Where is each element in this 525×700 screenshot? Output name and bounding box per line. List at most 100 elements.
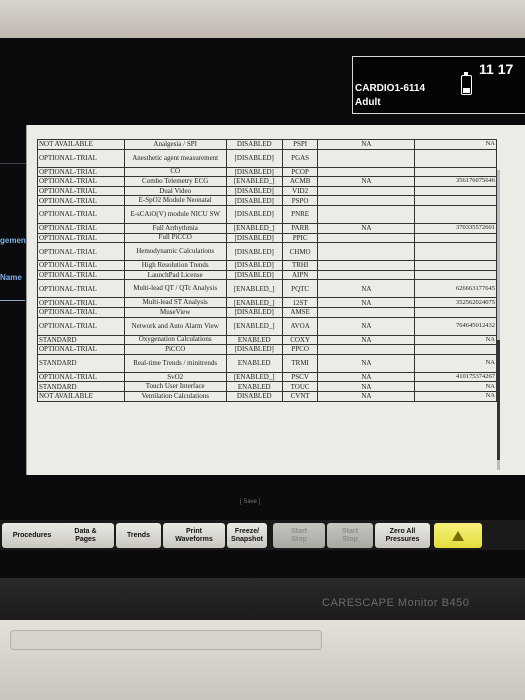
table-row: OPTIONAL-TRIAL PiCCO [DISABLED] PPCO	[37, 344, 497, 355]
license-key-cell: 626663177645	[414, 279, 497, 299]
license-key-cell	[414, 148, 497, 168]
license-code-cell: ACMB	[281, 176, 319, 187]
license-id-cell	[317, 269, 416, 281]
table-scrollbar-thumb[interactable]	[497, 340, 500, 460]
license-key-cell	[414, 344, 497, 355]
license-status-cell: OPTIONAL-TRIAL	[37, 371, 125, 383]
license-status-cell: STANDARD	[37, 381, 125, 392]
license-code-cell: PARR	[281, 222, 319, 234]
license-key-cell: NA	[414, 334, 497, 346]
save-button[interactable]: [ Save ]	[240, 499, 260, 505]
license-name-cell: Oxygenation Calculations	[123, 334, 227, 346]
license-status-cell: OPTIONAL-TRIAL	[37, 195, 125, 206]
license-state-cell: [DISABLED]	[225, 260, 283, 271]
table-row: NOT AVAILABLE Analgesia / SPI DISABLED PSPI…	[37, 139, 497, 150]
print-waveforms-button[interactable]: Print Waveforms	[163, 523, 225, 548]
table-row: OPTIONAL-TRIAL Combo Telemetry ECG [ENABLE…	[37, 176, 497, 187]
trends-button[interactable]: Trends	[116, 523, 161, 548]
license-name-cell: Hemodynamic Calculations	[123, 242, 227, 262]
side-underline	[0, 300, 25, 301]
license-id-cell	[317, 166, 416, 178]
table-row: OPTIONAL-TRIAL E-SpO2 Module Neonatal [DIS…	[37, 195, 497, 206]
monitor-bezel-top	[0, 0, 525, 40]
license-code-cell: CVNT	[281, 390, 319, 402]
license-name-cell: Touch User Interface	[123, 381, 227, 392]
license-key-cell: NA	[414, 381, 497, 392]
table-row: OPTIONAL-TRIAL High Resolution Trends [DIS…	[37, 260, 497, 271]
license-name-cell: PiCCO	[123, 344, 227, 355]
license-key-cell	[414, 306, 497, 318]
license-key-cell: 764645012432	[414, 316, 497, 336]
license-name-cell: Combo Telemetry ECG	[123, 176, 227, 187]
clock-display: 11 17	[479, 61, 514, 77]
license-name-cell: E-sCAiO(V) module NICU SW	[123, 204, 227, 224]
license-state-cell: [ENABLED_]	[225, 279, 283, 299]
license-code-cell: AVOA	[281, 316, 319, 336]
table-row: OPTIONAL-TRIAL Full Arrhythmia [ENABLED_] P…	[37, 222, 497, 234]
disabled-button-1: Start Stop	[273, 523, 325, 548]
table-row: OPTIONAL-TRIAL Network and Auto Alarm Vie…	[37, 316, 497, 336]
license-name-cell: Analgesia / SPI	[123, 139, 227, 150]
table-row: OPTIONAL-TRIAL MuseView [DISABLED] AMSE	[37, 306, 497, 318]
license-id-cell	[317, 148, 416, 168]
license-name-cell: Multi-lead QT / QTc Analysis	[123, 279, 227, 299]
license-state-cell: [ENABLED_]	[225, 316, 283, 336]
license-key-cell	[414, 185, 497, 197]
license-id-cell	[317, 260, 416, 271]
license-state-cell: DISABLED	[225, 390, 283, 402]
battery-icon	[461, 72, 472, 95]
license-id-cell	[317, 232, 416, 244]
license-id-cell: NA	[317, 334, 416, 346]
license-name-cell: Ventilation Calculations	[123, 390, 227, 402]
license-code-cell: TOUC	[281, 381, 319, 392]
license-key-cell	[414, 195, 497, 206]
license-state-cell: [DISABLED]	[225, 148, 283, 168]
license-name-cell: SvO2	[123, 371, 227, 383]
side-label-management: gement	[0, 236, 29, 245]
license-id-cell	[317, 195, 416, 206]
license-id-cell: NA	[317, 371, 416, 383]
license-name-cell: High Resolution Trends	[123, 260, 227, 271]
table-row: OPTIONAL-TRIAL E-sCAiO(V) module NICU SW[…	[37, 204, 497, 224]
license-status-cell: NOT AVAILABLE	[37, 390, 125, 402]
license-name-cell: Full Arrhythmia	[123, 222, 227, 234]
license-key-cell	[414, 166, 497, 178]
freeze-snapshot-button[interactable]: Freeze/ Snapshot	[227, 523, 267, 548]
license-state-cell: [DISABLED]	[225, 306, 283, 318]
license-status-cell: OPTIONAL-TRIAL	[37, 260, 125, 271]
patient-header[interactable]: 11 17 CARDIO1-6114 Adult	[352, 56, 525, 114]
license-state-cell: ENABLED	[225, 334, 283, 346]
zero-all-pressures-button[interactable]: Zero All Pressures	[375, 523, 430, 548]
license-name-cell: CO	[123, 166, 227, 178]
data-pages-button[interactable]: Data & Pages	[57, 523, 114, 548]
procedures-button[interactable]: Procedures	[2, 523, 62, 548]
license-id-cell: NA	[317, 316, 416, 336]
disabled-button-2: Start Stop	[327, 523, 373, 548]
license-code-cell: VID2	[281, 185, 319, 197]
license-code-cell: PCOP	[281, 166, 319, 178]
license-state-cell: [DISABLED]	[225, 195, 283, 206]
license-state-cell: ENABLED	[225, 381, 283, 392]
license-id-cell: NA	[317, 139, 416, 150]
alarm-silence-button[interactable]	[434, 523, 482, 548]
side-label-name: Name	[0, 273, 22, 282]
license-name-cell: Dual Video	[123, 185, 227, 197]
table-row: OPTIONAL-TRIAL Hemodynamic Calculations [D…	[37, 242, 497, 262]
license-key-cell	[414, 242, 497, 262]
license-status-cell: OPTIONAL-TRIAL	[37, 297, 125, 308]
license-state-cell: [DISABLED]	[225, 204, 283, 224]
license-name-cell: Network and Auto Alarm View	[123, 316, 227, 336]
license-code-cell: PNRE	[281, 204, 319, 224]
license-state-cell: [DISABLED]	[225, 166, 283, 178]
license-status-cell: STANDARD	[37, 334, 125, 346]
table-row: OPTIONAL-TRIAL Full PiCCO [DISABLED] PPIC	[37, 232, 497, 244]
license-status-cell: OPTIONAL-TRIAL	[37, 148, 125, 168]
table-row: STANDARD Touch User Interface ENABLED TOUC N…	[37, 381, 497, 392]
license-id-cell	[317, 242, 416, 262]
patient-type: Adult	[355, 97, 381, 108]
license-state-cell: [DISABLED]	[225, 185, 283, 197]
license-id-cell: NA	[317, 297, 416, 308]
license-table: NOT AVAILABLE Analgesia / SPI DISABLED PSPI…	[37, 139, 497, 402]
license-key-cell: 352562024075	[414, 297, 497, 308]
license-status-cell: OPTIONAL-TRIAL	[37, 344, 125, 355]
